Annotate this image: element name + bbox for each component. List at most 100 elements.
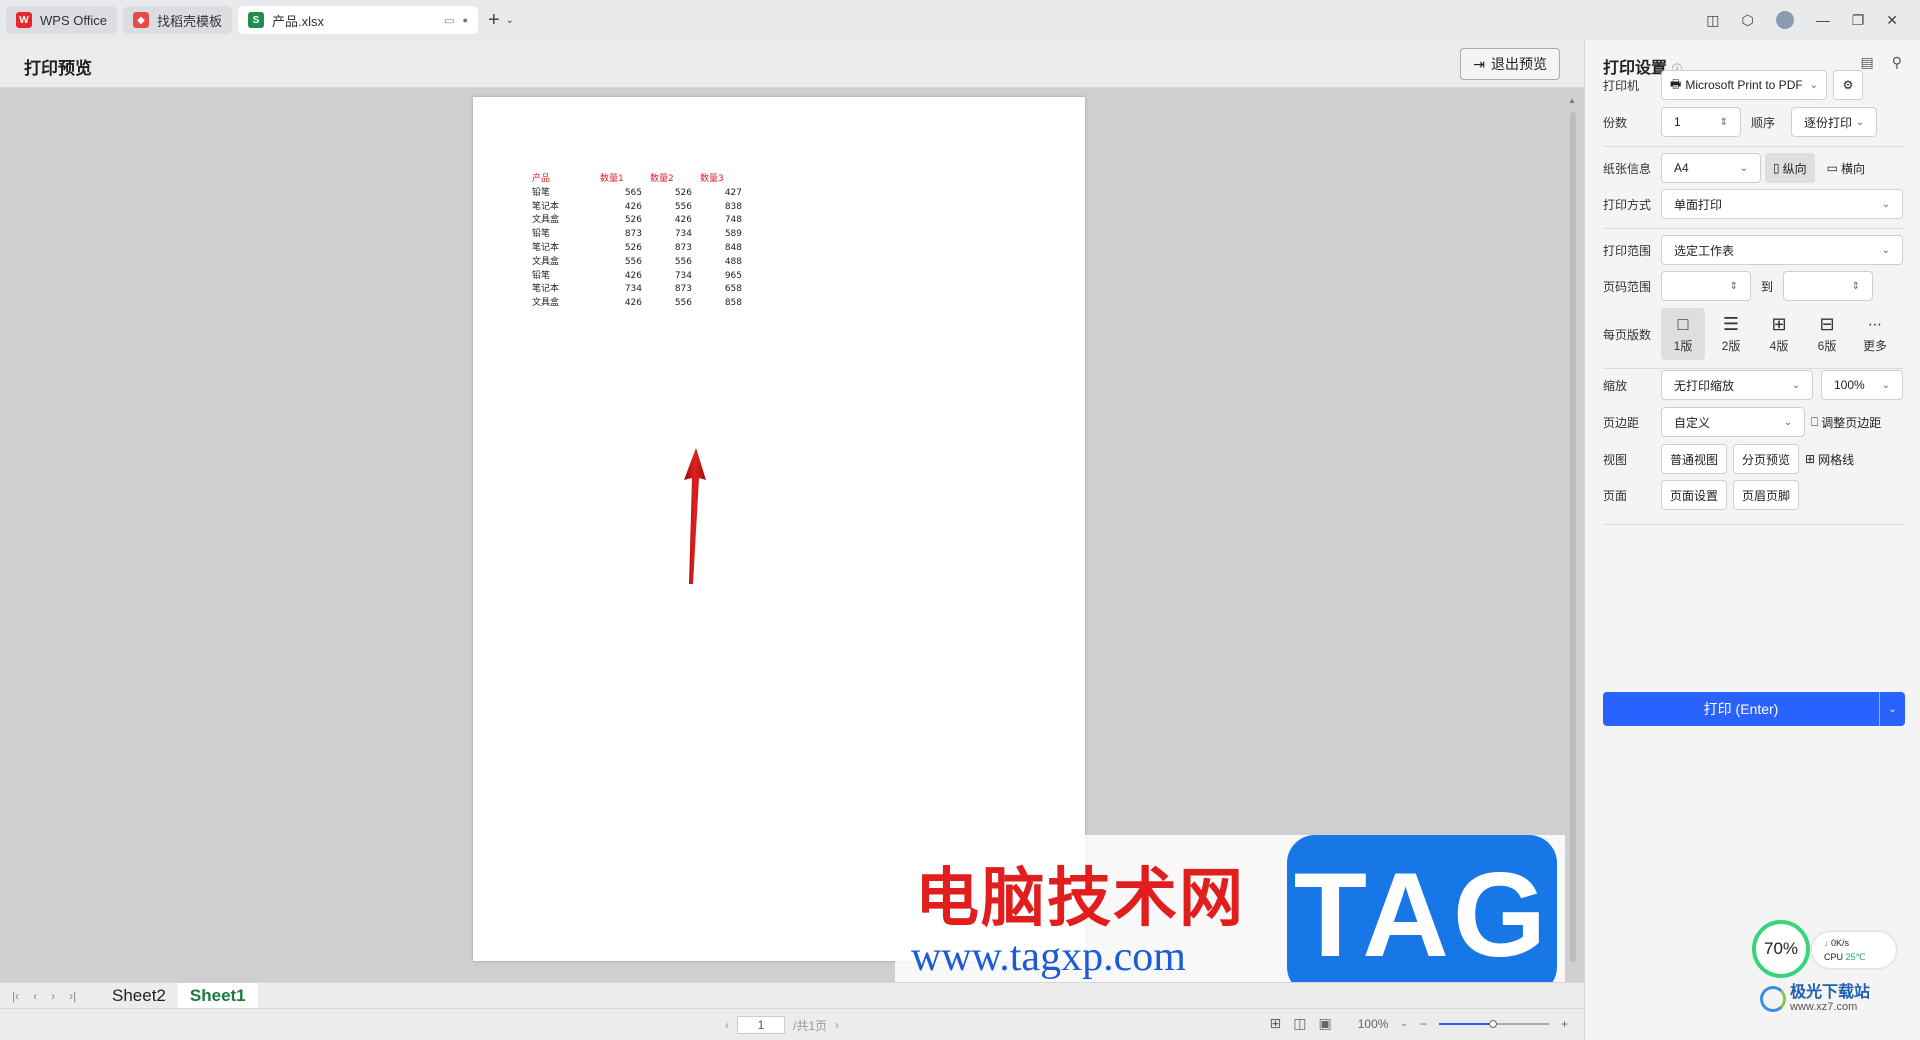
portrait-button[interactable]: ▯ 纵向: [1765, 153, 1815, 183]
page-input[interactable]: 1: [737, 1016, 785, 1034]
tab-label: 产品.xlsx: [271, 13, 324, 29]
box-icon[interactable]: ⬡: [1741, 12, 1753, 29]
chevron-down-icon: ⌄: [1783, 416, 1792, 428]
sheet-cell: 734: [674, 229, 692, 240]
title-bar: W WPS Office ◆ 找稻壳模板 S 产品.xlsx ▭ ● + ⌄ ◫…: [0, 0, 1920, 40]
close-icon[interactable]: ✕: [1886, 12, 1898, 29]
pps-option-1[interactable]: □ 1版: [1661, 308, 1705, 360]
printer-settings-button[interactable]: ⚙: [1833, 70, 1863, 100]
prev-page-icon[interactable]: ‹: [725, 1018, 729, 1032]
last-sheet-icon[interactable]: ›|: [69, 989, 76, 1003]
stepper-icon[interactable]: ⇕: [1720, 117, 1728, 128]
page-setup-button[interactable]: 页面设置: [1661, 480, 1728, 510]
paper-size-select[interactable]: A4 ⌄: [1661, 153, 1761, 183]
sheet-cell: 556: [674, 298, 692, 309]
chevron-down-icon: ⌄: [505, 14, 515, 26]
pps-option-2[interactable]: ☰ 2版: [1709, 308, 1753, 360]
tab-label: 找稻壳模板: [156, 13, 222, 29]
printer-value: Microsoft Print to PDF: [1685, 78, 1803, 92]
zoom-slider[interactable]: [1438, 1019, 1549, 1028]
new-tab-button[interactable]: + ⌄: [488, 9, 514, 32]
restore-icon[interactable]: ❐: [1852, 12, 1865, 29]
avatar[interactable]: [1775, 11, 1794, 29]
layout-4-icon: ⊞: [1771, 313, 1787, 334]
chevron-down-icon[interactable]: ⌄: [1879, 692, 1905, 726]
zoom-level[interactable]: 100%: [1358, 1017, 1389, 1031]
page-total: /共1页: [793, 1018, 828, 1033]
divider: [1603, 368, 1903, 369]
scale-select[interactable]: 无打印缩放 ⌄: [1661, 370, 1813, 400]
scale-percent: 100%: [1834, 378, 1865, 392]
pps-option-4[interactable]: ⊞ 4版: [1757, 308, 1801, 360]
divider: [1603, 146, 1903, 147]
gridlines-toggle[interactable]: ⊞ 网格线: [1805, 444, 1854, 474]
page-break-preview-button[interactable]: 分页预览: [1733, 444, 1800, 474]
minimize-icon[interactable]: —: [1816, 12, 1830, 28]
chevron-down-icon[interactable]: ⌄: [1400, 1018, 1408, 1029]
tab-docer-templates[interactable]: ◆ 找稻壳模板: [122, 6, 232, 34]
stepper-icon[interactable]: ⇕: [1852, 281, 1860, 292]
sheet-cell: 铅笔: [532, 229, 551, 240]
scale-label: 缩放: [1603, 378, 1628, 393]
scale-row: 缩放 无打印缩放 ⌄ 100% ⌄: [1603, 370, 1903, 400]
layout-1-icon: □: [1677, 313, 1689, 334]
vertical-scrollbar[interactable]: ▲: [1568, 96, 1578, 972]
exit-preview-button[interactable]: ⇥ 退出预览: [1460, 48, 1560, 80]
panel-layout-icon[interactable]: ▤: [1861, 54, 1874, 71]
sheet-row: 文具盒 426 556 858: [532, 297, 742, 311]
tab-wps-office[interactable]: W WPS Office: [6, 6, 117, 34]
normal-view-icon[interactable]: ⊞: [1270, 1015, 1282, 1032]
print-mode-select[interactable]: 单面打印 ⌄: [1661, 189, 1903, 219]
sheet-cell: 748: [724, 215, 742, 226]
chevron-down-icon: ⌄: [1881, 244, 1890, 256]
pin-icon[interactable]: ⚲: [1892, 54, 1902, 71]
first-sheet-icon[interactable]: |‹: [12, 989, 19, 1003]
pps-option-6[interactable]: ⊟ 6版: [1805, 308, 1849, 360]
cpu-percent: 70%: [1752, 920, 1810, 978]
printer-select[interactable]: 🖶 Microsoft Print to PDF ⌄: [1661, 70, 1827, 100]
normal-view-button[interactable]: 普通视图: [1661, 444, 1728, 474]
sidebar-toggle-icon[interactable]: ◫: [1706, 12, 1719, 29]
print-button[interactable]: 打印 (Enter) ⌄: [1603, 692, 1905, 726]
monitor-icon[interactable]: ▭: [444, 14, 454, 27]
sheet-tab-sheet2[interactable]: Sheet2: [100, 983, 178, 1009]
plus-icon: +: [487, 8, 500, 31]
landscape-button[interactable]: ▭ 横向: [1819, 153, 1873, 183]
sheet-row: 铅笔 873 734 589: [532, 228, 742, 242]
paper-value: A4: [1674, 161, 1689, 175]
order-select[interactable]: 逐份打印 ⌄: [1791, 107, 1877, 137]
page-from-input[interactable]: ⇕: [1661, 271, 1751, 301]
scroll-up-icon[interactable]: ▲: [1568, 96, 1576, 105]
divider: [1603, 524, 1903, 525]
zoom-slider-knob[interactable]: [1488, 1019, 1497, 1028]
cpu-monitor-widget[interactable]: 70% ↓ 0K/s CPU 25℃: [1752, 920, 1896, 978]
next-page-icon[interactable]: ›: [835, 1018, 839, 1032]
spreadsheet-icon: S: [247, 12, 264, 28]
page-layout-icon[interactable]: ◫: [1293, 1015, 1306, 1032]
copies-stepper[interactable]: 1 ⇕: [1661, 107, 1741, 137]
sheet-cell: 734: [624, 284, 642, 295]
header-footer-button[interactable]: 页眉页脚: [1733, 480, 1800, 510]
pps-option-more[interactable]: ⋯ 更多: [1853, 308, 1897, 360]
tab-product-xlsx[interactable]: S 产品.xlsx ▭ ●: [237, 6, 478, 34]
pps-label: 每页版数: [1603, 327, 1652, 342]
scale-percent-select[interactable]: 100% ⌄: [1821, 370, 1903, 400]
chevron-down-icon: ⌄: [1791, 379, 1800, 391]
reading-view-icon[interactable]: ▣: [1318, 1015, 1331, 1032]
sheet-cell: 数量1: [600, 174, 624, 184]
sheet-tab-sheet1[interactable]: Sheet1: [177, 982, 258, 1009]
next-sheet-icon[interactable]: ›: [51, 989, 55, 1003]
sheet-cell: 873: [624, 229, 642, 240]
copies-value: 1: [1674, 115, 1681, 129]
zoom-in-icon[interactable]: +: [1561, 1017, 1568, 1031]
print-range-select[interactable]: 选定工作表 ⌄: [1661, 235, 1903, 265]
margin-select[interactable]: 自定义 ⌄: [1661, 407, 1805, 437]
copies-label: 份数: [1603, 115, 1628, 130]
scroll-thumb[interactable]: [1570, 112, 1576, 962]
chevron-down-icon: ⌄: [1809, 79, 1818, 91]
page-to-input[interactable]: ⇕: [1783, 271, 1873, 301]
prev-sheet-icon[interactable]: ‹: [33, 989, 37, 1003]
stepper-icon[interactable]: ⇕: [1730, 281, 1738, 292]
adjust-margin-button[interactable]: ⎕ 调整页边距: [1811, 407, 1881, 437]
zoom-out-icon[interactable]: −: [1420, 1017, 1427, 1031]
